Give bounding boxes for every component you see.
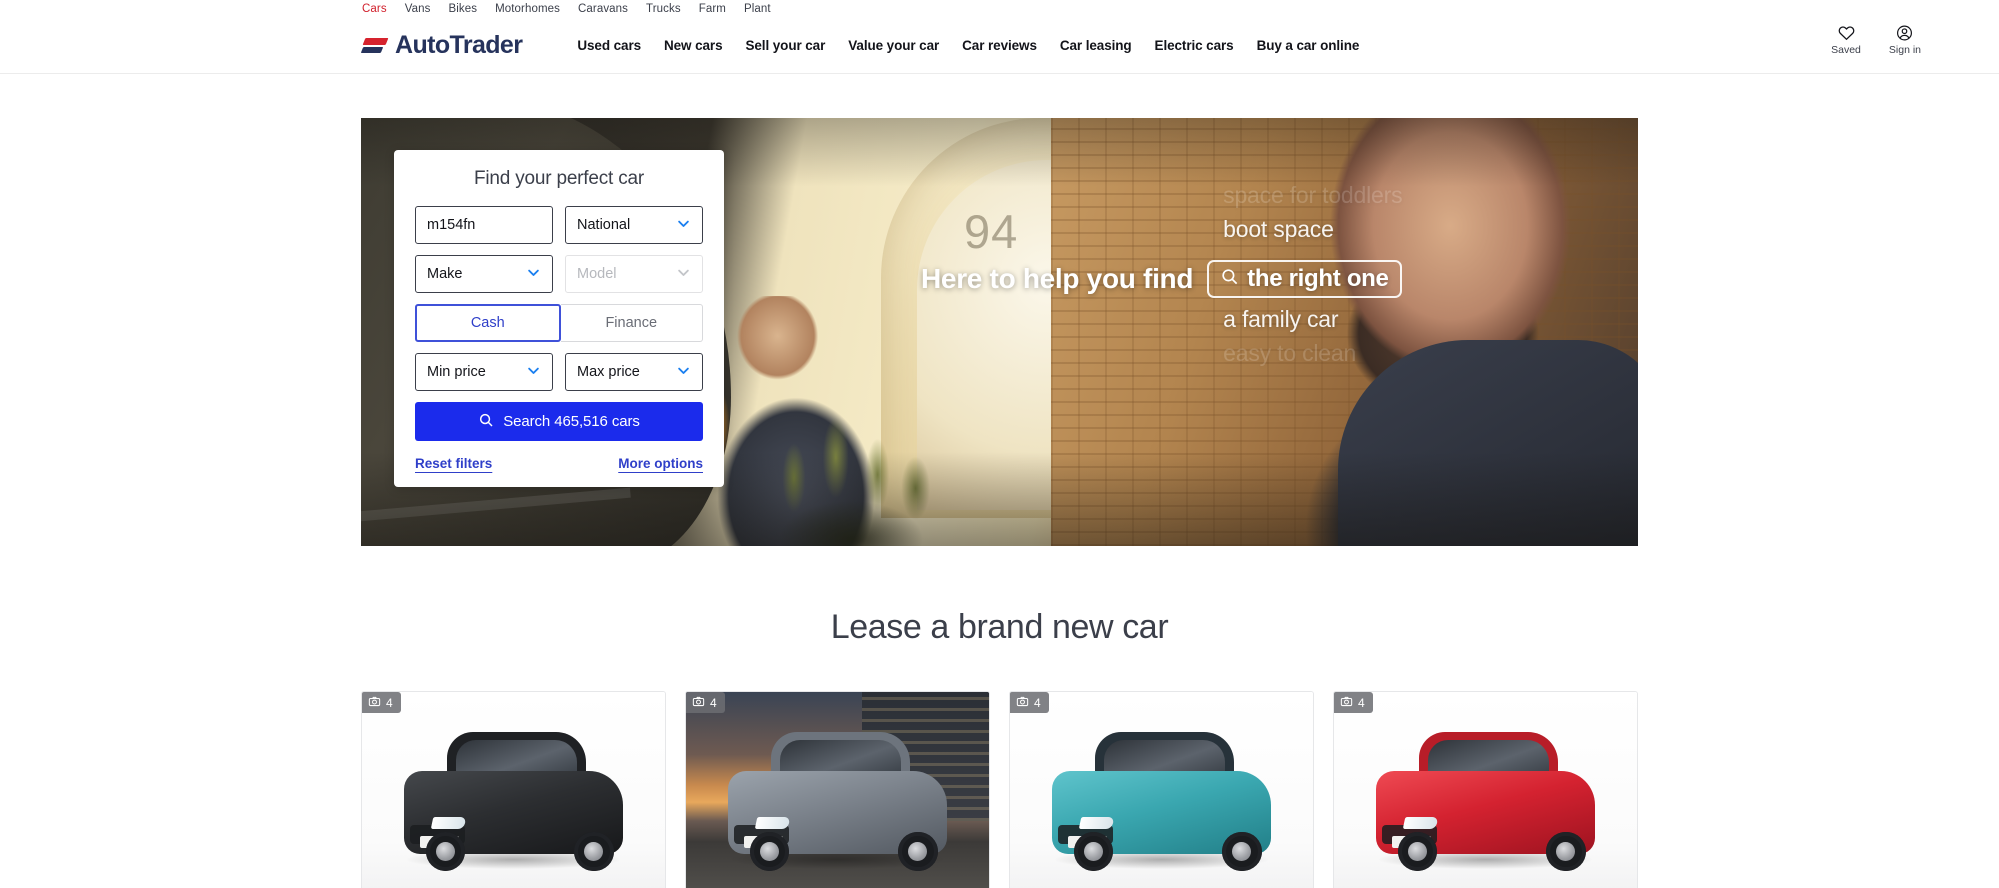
hero-phrase-current-box: the right one [1207,260,1403,298]
hero-phrase-ghost-above: boot space [1223,216,1334,242]
payment-tab-cash[interactable]: Cash [415,304,561,342]
price-row: Min price Max price [415,353,703,391]
payment-type-tabs: Cash Finance [415,304,703,342]
hero-caption: Here to help you find space for toddlers… [921,182,1621,366]
heart-icon [1837,24,1856,42]
vertical-nav-plant[interactable]: Plant [744,3,771,15]
chevron-down-icon [526,363,541,382]
search-icon [478,412,494,432]
distance-select[interactable]: National [565,206,703,244]
vertical-nav-caravans[interactable]: Caravans [578,3,628,15]
nav-value-your-car[interactable]: Value your car [848,38,939,53]
lease-section: Lease a brand new car 4 4 4 4 [0,608,1999,888]
lease-card[interactable]: 4 [361,691,666,888]
photo-count-badge: 4 [1334,692,1373,713]
chevron-down-icon [676,363,691,382]
hero-phrase-ghost-far-below: easy to clean [1223,340,1357,366]
chevron-down-icon [526,265,541,284]
hero-phrase-rotator: space for toddlers boot space the right … [1207,182,1403,366]
page-root: Cars Vans Bikes Motorhomes Caravans Truc… [0,0,1999,888]
vertical-nav-bikes[interactable]: Bikes [448,3,477,15]
logo-wordmark: AutoTrader [395,31,523,59]
distance-value: National [577,217,631,233]
lease-card-photo: 4 [362,692,665,888]
location-row: National [415,206,703,244]
lease-card[interactable]: 4 [685,691,990,888]
chevron-down-icon [676,265,691,284]
site-header: AutoTrader Used cars New cars Sell your … [0,18,1999,74]
primary-nav: Used cars New cars Sell your car Value y… [577,38,1359,53]
model-value: Model [577,266,617,282]
photo-count-badge: 4 [1010,692,1049,713]
vertical-nav-cars[interactable]: Cars [362,3,387,15]
sign-in-label: Sign in [1888,44,1921,56]
reset-filters-link[interactable]: Reset filters [415,456,492,471]
search-cars-button-label: Search 465,516 cars [503,413,640,430]
photo-count-value: 4 [1034,695,1041,710]
hero-phrase-current: the right one [1247,265,1389,292]
search-panel-title: Find your perfect car [473,168,645,189]
postcode-input[interactable] [427,217,541,233]
nav-car-reviews[interactable]: Car reviews [962,38,1037,53]
vertical-nav-vans[interactable]: Vans [405,3,431,15]
more-options-link[interactable]: More options [618,456,703,471]
lease-card-grid: 4 4 4 4 [361,691,1638,888]
lease-card-photo: 4 [1334,692,1637,888]
nav-used-cars[interactable]: Used cars [577,38,641,53]
vertical-nav-motorhomes[interactable]: Motorhomes [495,3,560,15]
max-price-value: Max price [577,364,640,380]
vertical-category-nav: Cars Vans Bikes Motorhomes Caravans Truc… [0,0,1999,18]
camera-icon [692,695,705,711]
max-price-select[interactable]: Max price [565,353,703,391]
make-select[interactable]: Make [415,255,553,293]
camera-icon [1340,695,1353,711]
camera-icon [368,695,381,711]
min-price-value: Min price [427,364,486,380]
lease-card[interactable]: 4 [1009,691,1314,888]
search-cars-button[interactable]: Search 465,516 cars [415,402,703,441]
vertical-nav-farm[interactable]: Farm [699,3,726,15]
nav-car-leasing[interactable]: Car leasing [1060,38,1132,53]
search-icon [1220,267,1239,291]
photo-count-badge: 4 [362,692,401,713]
saved-label: Saved [1831,44,1861,56]
sign-in-button[interactable]: Sign in [1889,24,1921,56]
hero-static-text: Here to help you find [921,263,1194,294]
saved-button[interactable]: Saved [1831,24,1861,56]
lease-section-heading: Lease a brand new car [830,608,1169,646]
photo-count-value: 4 [710,695,717,710]
hero-phrase-ghost-far-above: space for toddlers [1223,182,1403,208]
nav-new-cars[interactable]: New cars [664,38,723,53]
nav-buy-a-car-online[interactable]: Buy a car online [1257,38,1360,53]
account-icon [1895,24,1914,42]
vertical-nav-trucks[interactable]: Trucks [646,3,681,15]
search-panel: Find your perfect car National Make [394,150,724,487]
hero-phrase-ghost-below: a family car [1223,306,1339,332]
payment-tab-finance[interactable]: Finance [560,304,703,342]
lease-card[interactable]: 4 [1333,691,1638,888]
hero-section: 94 Here to help you find space for toddl… [0,118,1999,546]
nav-sell-your-car[interactable]: Sell your car [746,38,826,53]
autotrader-logo[interactable]: AutoTrader [360,31,523,59]
autotrader-logo-icon [360,35,389,57]
nav-electric-cars[interactable]: Electric cars [1155,38,1234,53]
postcode-field[interactable] [415,206,553,244]
photo-count-value: 4 [1358,695,1365,710]
photo-count-value: 4 [386,695,393,710]
make-model-row: Make Model [415,255,703,293]
photo-count-badge: 4 [686,692,725,713]
chevron-down-icon [676,216,691,235]
lease-card-photo: 4 [1010,692,1313,888]
camera-icon [1016,695,1029,711]
make-value: Make [427,266,463,282]
header-actions: Saved Sign in [1831,24,1921,56]
model-select[interactable]: Model [565,255,703,293]
search-panel-links: Reset filters More options [415,454,703,471]
min-price-select[interactable]: Min price [415,353,553,391]
lease-card-photo: 4 [686,692,989,888]
hero-banner: 94 Here to help you find space for toddl… [361,118,1638,546]
